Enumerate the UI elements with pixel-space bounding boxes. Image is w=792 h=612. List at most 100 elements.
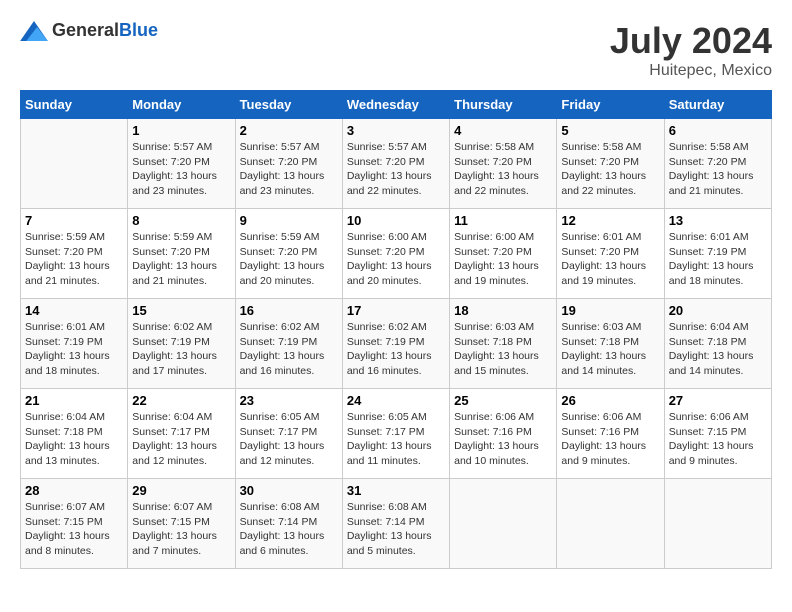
calendar-cell: 2 Sunrise: 5:57 AMSunset: 7:20 PMDaylight… [235,119,342,209]
logo-icon [20,21,48,41]
day-info: Sunrise: 6:02 AMSunset: 7:19 PMDaylight:… [132,320,230,379]
day-number: 8 [132,213,230,228]
calendar-cell: 1 Sunrise: 5:57 AMSunset: 7:20 PMDaylight… [128,119,235,209]
day-number: 1 [132,123,230,138]
calendar-cell: 7Sunrise: 5:59 AMSunset: 7:20 PMDaylight… [21,209,128,299]
day-number: 25 [454,393,552,408]
weekday-header: Tuesday [235,91,342,119]
day-info: Sunrise: 6:06 AMSunset: 7:15 PMDaylight:… [669,410,767,469]
weekday-header: Friday [557,91,664,119]
day-info: Sunrise: 6:07 AMSunset: 7:15 PMDaylight:… [132,500,230,559]
day-number: 15 [132,303,230,318]
calendar-week-row: 14 Sunrise: 6:01 AMSunset: 7:19 PMDayligh… [21,299,772,389]
calendar-cell: 10 Sunrise: 6:00 AMSunset: 7:20 PMDayligh… [342,209,449,299]
weekday-header: Sunday [21,91,128,119]
day-info: Sunrise: 5:58 AMSunset: 7:20 PMDaylight:… [669,140,767,199]
day-number: 10 [347,213,445,228]
day-number: 27 [669,393,767,408]
location-subtitle: Huitepec, Mexico [610,62,772,80]
day-info: Sunrise: 6:02 AMSunset: 7:19 PMDaylight:… [240,320,338,379]
calendar-cell: 21 Sunrise: 6:04 AMSunset: 7:18 PMDayligh… [21,389,128,479]
calendar-cell: 25Sunrise: 6:06 AMSunset: 7:16 PMDayligh… [450,389,557,479]
weekday-header: Thursday [450,91,557,119]
day-info: Sunrise: 6:06 AMSunset: 7:16 PMDaylight:… [561,410,659,469]
day-number: 21 [25,393,123,408]
day-info: Sunrise: 6:05 AMSunset: 7:17 PMDaylight:… [347,410,445,469]
day-info: Sunrise: 5:57 AMSunset: 7:20 PMDaylight:… [240,140,338,199]
day-info: Sunrise: 5:58 AMSunset: 7:20 PMDaylight:… [454,140,552,199]
day-number: 30 [240,483,338,498]
calendar-cell: 23 Sunrise: 6:05 AMSunset: 7:17 PMDayligh… [235,389,342,479]
day-number: 7 [25,213,123,228]
calendar-cell [557,479,664,569]
calendar-cell: 16 Sunrise: 6:02 AMSunset: 7:19 PMDayligh… [235,299,342,389]
calendar-cell: 26 Sunrise: 6:06 AMSunset: 7:16 PMDayligh… [557,389,664,479]
day-number: 26 [561,393,659,408]
calendar-week-row: 28 Sunrise: 6:07 AMSunset: 7:15 PMDayligh… [21,479,772,569]
weekday-header: Saturday [664,91,771,119]
calendar-week-row: 1 Sunrise: 5:57 AMSunset: 7:20 PMDaylight… [21,119,772,209]
calendar-cell: 15 Sunrise: 6:02 AMSunset: 7:19 PMDayligh… [128,299,235,389]
weekday-header: Monday [128,91,235,119]
month-year-title: July 2024 [610,20,772,62]
calendar-cell: 5Sunrise: 5:58 AMSunset: 7:20 PMDaylight… [557,119,664,209]
calendar-cell: 20Sunrise: 6:04 AMSunset: 7:18 PMDayligh… [664,299,771,389]
day-info: Sunrise: 6:01 AMSunset: 7:19 PMDaylight:… [25,320,123,379]
calendar-week-row: 7Sunrise: 5:59 AMSunset: 7:20 PMDaylight… [21,209,772,299]
calendar-cell: 14 Sunrise: 6:01 AMSunset: 7:19 PMDayligh… [21,299,128,389]
calendar-cell: 17 Sunrise: 6:02 AMSunset: 7:19 PMDayligh… [342,299,449,389]
day-info: Sunrise: 6:02 AMSunset: 7:19 PMDaylight:… [347,320,445,379]
day-number: 9 [240,213,338,228]
calendar-cell: 9Sunrise: 5:59 AMSunset: 7:20 PMDaylight… [235,209,342,299]
day-info: Sunrise: 6:01 AMSunset: 7:19 PMDaylight:… [669,230,767,289]
logo-general-text: General [52,20,119,40]
calendar-table: SundayMondayTuesdayWednesdayThursdayFrid… [20,90,772,569]
calendar-header-row: SundayMondayTuesdayWednesdayThursdayFrid… [21,91,772,119]
day-number: 2 [240,123,338,138]
day-number: 31 [347,483,445,498]
day-info: Sunrise: 6:00 AMSunset: 7:20 PMDaylight:… [454,230,552,289]
weekday-header: Wednesday [342,91,449,119]
day-number: 14 [25,303,123,318]
day-number: 18 [454,303,552,318]
calendar-cell: 3 Sunrise: 5:57 AMSunset: 7:20 PMDaylight… [342,119,449,209]
calendar-cell: 19Sunrise: 6:03 AMSunset: 7:18 PMDayligh… [557,299,664,389]
logo: GeneralBlue [20,20,158,41]
day-number: 11 [454,213,552,228]
day-info: Sunrise: 6:03 AMSunset: 7:18 PMDaylight:… [561,320,659,379]
calendar-cell: 13Sunrise: 6:01 AMSunset: 7:19 PMDayligh… [664,209,771,299]
title-block: July 2024 Huitepec, Mexico [610,20,772,80]
calendar-cell: 30 Sunrise: 6:08 AMSunset: 7:14 PMDayligh… [235,479,342,569]
day-number: 3 [347,123,445,138]
day-info: Sunrise: 5:58 AMSunset: 7:20 PMDaylight:… [561,140,659,199]
day-info: Sunrise: 6:05 AMSunset: 7:17 PMDaylight:… [240,410,338,469]
calendar-cell: 12 Sunrise: 6:01 AMSunset: 7:20 PMDayligh… [557,209,664,299]
calendar-cell: 24Sunrise: 6:05 AMSunset: 7:17 PMDayligh… [342,389,449,479]
day-number: 22 [132,393,230,408]
day-number: 23 [240,393,338,408]
calendar-cell: 27 Sunrise: 6:06 AMSunset: 7:15 PMDayligh… [664,389,771,479]
day-info: Sunrise: 5:57 AMSunset: 7:20 PMDaylight:… [347,140,445,199]
calendar-cell: 11 Sunrise: 6:00 AMSunset: 7:20 PMDayligh… [450,209,557,299]
day-number: 29 [132,483,230,498]
day-number: 17 [347,303,445,318]
calendar-cell [664,479,771,569]
day-number: 16 [240,303,338,318]
day-info: Sunrise: 6:00 AMSunset: 7:20 PMDaylight:… [347,230,445,289]
day-number: 28 [25,483,123,498]
calendar-week-row: 21 Sunrise: 6:04 AMSunset: 7:18 PMDayligh… [21,389,772,479]
day-info: Sunrise: 6:08 AMSunset: 7:14 PMDaylight:… [240,500,338,559]
day-info: Sunrise: 6:04 AMSunset: 7:18 PMDaylight:… [25,410,123,469]
calendar-cell: 6 Sunrise: 5:58 AMSunset: 7:20 PMDaylight… [664,119,771,209]
day-number: 6 [669,123,767,138]
day-info: Sunrise: 6:07 AMSunset: 7:15 PMDaylight:… [25,500,123,559]
day-info: Sunrise: 6:01 AMSunset: 7:20 PMDaylight:… [561,230,659,289]
day-info: Sunrise: 6:04 AMSunset: 7:18 PMDaylight:… [669,320,767,379]
calendar-cell: 28 Sunrise: 6:07 AMSunset: 7:15 PMDayligh… [21,479,128,569]
page-header: GeneralBlue July 2024 Huitepec, Mexico [20,20,772,80]
calendar-cell [21,119,128,209]
day-info: Sunrise: 5:57 AMSunset: 7:20 PMDaylight:… [132,140,230,199]
day-number: 12 [561,213,659,228]
calendar-cell: 8Sunrise: 5:59 AMSunset: 7:20 PMDaylight… [128,209,235,299]
calendar-cell: 4Sunrise: 5:58 AMSunset: 7:20 PMDaylight… [450,119,557,209]
